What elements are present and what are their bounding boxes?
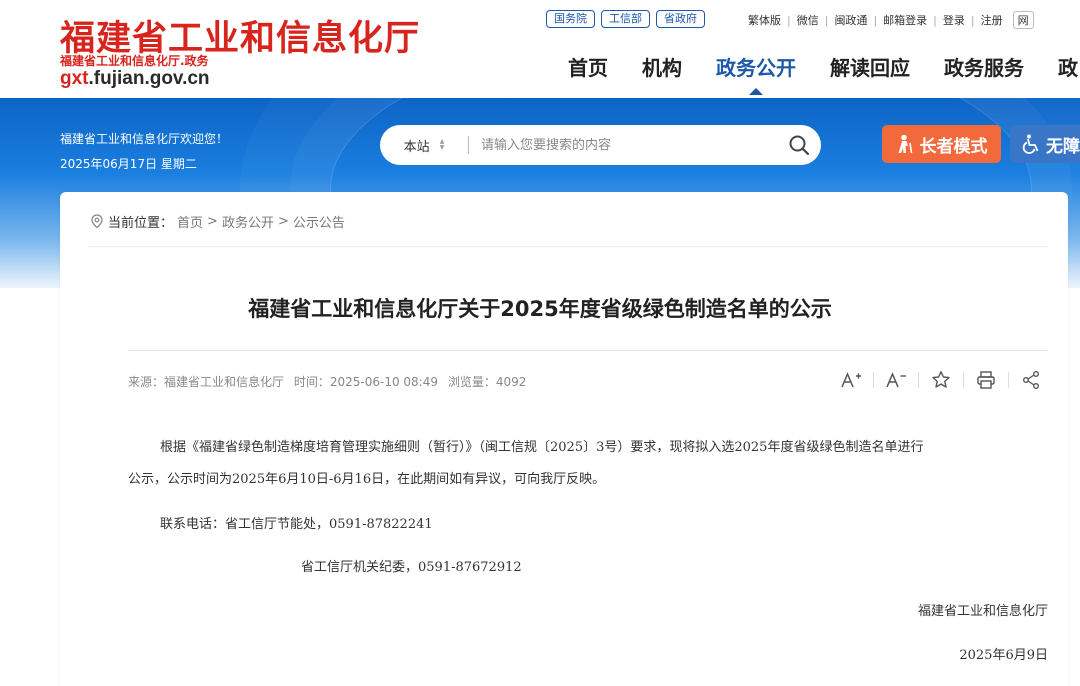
logo-domain-prefix: gxt: [60, 68, 89, 89]
wechat-link[interactable]: 微信: [797, 12, 819, 28]
tool-divider: [1008, 372, 1009, 388]
article-card: 当前位置： 首页 > 政务公开 > 公示公告 福建省工业和信息化厅关于2025年度省…: [60, 192, 1068, 686]
article-meta: 来源：福建省工业和信息化厅 时间：2025-06-10 08:49 浏览量：40…: [128, 373, 532, 390]
breadcrumb: 当前位置： 首页 > 政务公开 > 公示公告: [90, 212, 345, 231]
nav-government-services[interactable]: 政务服务: [944, 52, 1024, 81]
nav-interpretation[interactable]: 解读回应: [830, 52, 910, 81]
article-source: 来源：福建省工业和信息化厅: [128, 375, 285, 389]
sort-arrows-icon: ▲ ▼: [439, 138, 445, 151]
tool-divider: [873, 372, 874, 388]
article-time: 时间：2025-06-10 08:49: [293, 375, 438, 389]
tool-divider: [963, 372, 964, 388]
nav-home[interactable]: 首页: [568, 52, 608, 81]
breadcrumb-label: 当前位置：: [108, 216, 174, 231]
site-logo-domain: gxt.fujian.gov.cn: [60, 68, 210, 90]
star-icon: [932, 371, 950, 388]
favorite-button[interactable]: [926, 368, 956, 392]
search-scope-value: 本站: [403, 139, 430, 155]
site-header: 福建省工业和信息化厅 福建省工业和信息化厅.政务 gxt.fujian.gov.…: [0, 0, 1080, 98]
article-paragraph-line: 根据《福建省绿色制造梯度培育管理实施细则（暂行）》（闽工信规〔2025〕3号）要…: [160, 440, 924, 455]
contact-line: 联系电话：省工信厅节能处，0591-87822241: [160, 517, 433, 532]
font-increase-icon: [841, 372, 861, 388]
current-date: 2025年06月17日 星期二: [60, 157, 197, 171]
breadcrumb-divider: [88, 246, 1048, 247]
main-nav: 首页 机构 政务公开 解读回应 政务服务 政: [568, 52, 1078, 95]
article-paragraph-line: 公示，公示时间为2025年6月10日-6月16日，在此期间如有异议，可向我厅反映…: [128, 472, 606, 487]
elder-mode-button[interactable]: 长者模式: [882, 125, 1001, 163]
login-link[interactable]: 登录: [943, 12, 965, 28]
divider: |: [787, 13, 791, 27]
traditional-chinese-link[interactable]: 繁体版: [748, 12, 781, 28]
divider: |: [933, 13, 937, 27]
minzhengtong-link[interactable]: 闽政通: [834, 12, 867, 28]
breadcrumb-announcements[interactable]: 公示公告: [293, 212, 345, 231]
accessibility-label: 无障: [1046, 136, 1080, 157]
network-link[interactable]: 网: [1012, 11, 1034, 29]
divider: |: [873, 13, 878, 27]
article-title: 福建省工业和信息化厅关于2025年度省级绿色制造名单的公示: [248, 297, 832, 321]
wheelchair-icon: [1022, 134, 1039, 154]
logo-domain-rest: .fujian.gov.cn: [88, 68, 210, 89]
share-icon: [1023, 371, 1039, 389]
site-logo-subtitle: 福建省工业和信息化厅.政务: [60, 54, 209, 68]
search-button[interactable]: [777, 125, 821, 165]
elder-person-icon: [898, 134, 912, 154]
mail-login-link[interactable]: 邮箱登录: [883, 12, 927, 28]
title-divider: [128, 350, 1048, 351]
font-decrease-icon: [886, 372, 906, 388]
elder-mode-label: 长者模式: [919, 136, 988, 157]
top-utility-links: 繁体版 | 微信 | 闽政通 | 邮箱登录 | 登录 | 注册 网: [748, 11, 1034, 29]
signature-date: 2025年6月9日: [959, 648, 1048, 663]
signature-org: 福建省工业和信息化厅: [917, 604, 1048, 619]
breadcrumb-separator: >: [277, 214, 289, 229]
gov-link-state-council[interactable]: 国务院: [546, 10, 595, 28]
divider: |: [824, 13, 829, 27]
nav-government-affairs[interactable]: 政务公开: [716, 52, 796, 95]
share-button[interactable]: [1016, 368, 1046, 392]
contact-line: 省工信厅机关纪委，0591-87672912: [301, 560, 522, 575]
search-scope-select[interactable]: 本站 ▲ ▼: [380, 136, 468, 155]
register-link[interactable]: 注册: [981, 12, 1003, 28]
search-icon: [789, 135, 810, 156]
location-pin-icon: [91, 214, 103, 229]
breadcrumb-separator: >: [207, 214, 218, 229]
printer-icon: [977, 371, 995, 389]
font-decrease-button[interactable]: [881, 368, 911, 392]
font-increase-button[interactable]: [836, 368, 866, 392]
nav-more[interactable]: 政: [1058, 52, 1078, 81]
gov-link-miit[interactable]: 工信部: [601, 10, 650, 28]
tool-divider: [918, 372, 919, 388]
divider: |: [970, 13, 975, 27]
print-button[interactable]: [971, 368, 1001, 392]
accessibility-button[interactable]: 无障: [1010, 125, 1080, 163]
article-tools: [836, 368, 1046, 392]
gov-links: 国务院 工信部 省政府: [546, 10, 705, 28]
gov-link-province[interactable]: 省政府: [656, 10, 705, 28]
nav-organization[interactable]: 机构: [642, 52, 682, 81]
breadcrumb-government-affairs[interactable]: 政务公开: [222, 212, 274, 231]
search-bar: 本站 ▲ ▼: [380, 125, 821, 165]
breadcrumb-home[interactable]: 首页: [177, 212, 203, 231]
welcome-text: 福建省工业和信息化厅欢迎您！: [60, 132, 229, 146]
article-views: 浏览量：4092: [447, 375, 527, 389]
search-input[interactable]: [469, 137, 777, 153]
